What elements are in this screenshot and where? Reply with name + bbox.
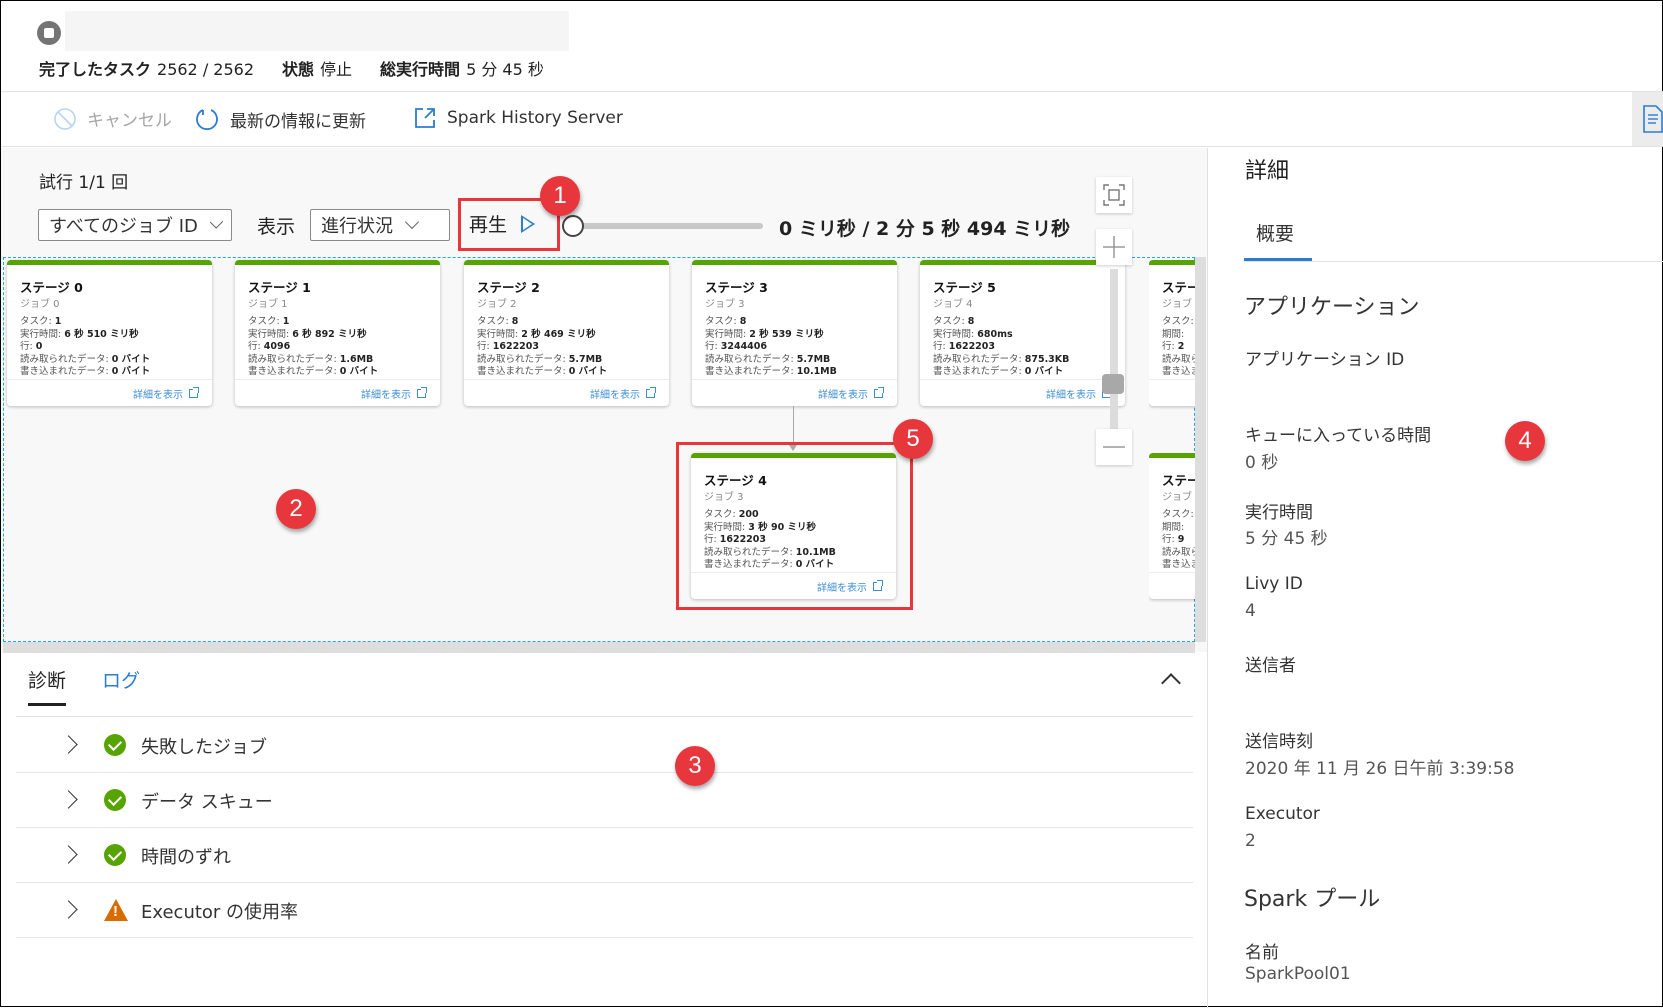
check-circle-icon [104, 789, 126, 811]
chevron-right-icon[interactable] [59, 735, 78, 754]
annotation-badge: 5 [893, 419, 933, 459]
view-label: 表示 [257, 216, 296, 238]
tab-diagnostics[interactable]: 診断 [28, 666, 67, 706]
check-circle-icon [104, 844, 126, 866]
application-title [65, 11, 569, 51]
playback-slider-handle[interactable] [562, 215, 584, 237]
field-label: キューに入っている時間 [1245, 426, 1432, 446]
chevron-up-icon[interactable] [1161, 673, 1181, 693]
field-value: 5 分 45 秒 [1245, 529, 1328, 549]
application-section-title: アプリケーション [1244, 295, 1420, 320]
external-link-icon [646, 387, 656, 398]
plus-icon [1103, 236, 1125, 258]
field-label: 送信時刻 [1245, 732, 1313, 752]
diagnostic-row[interactable]: 時間のずれ [16, 828, 1193, 883]
stage-card-clipped[interactable]: ステージ ジョブ 5 タスク: 1 期間: 行: 9 読み取られたデータ: 書き… [1149, 453, 1195, 603]
vertical-scrollbar[interactable] [1195, 257, 1206, 642]
document-search-icon [1643, 105, 1663, 133]
summary-state: 状態 停止 [282, 60, 353, 79]
field-value: 2020 年 11 月 26 日午前 3:39:58 [1245, 759, 1515, 779]
spark-pool-section-title: Spark プール [1244, 887, 1381, 912]
chevron-down-icon [404, 214, 420, 230]
external-link-icon [189, 387, 199, 398]
minus-icon [1103, 446, 1125, 448]
field-label: アプリケーション ID [1245, 350, 1405, 370]
fit-screen-icon [1103, 184, 1125, 206]
details-pane-toggle[interactable] [1632, 92, 1663, 146]
spark-history-server-button[interactable]: Spark History Server [413, 106, 623, 130]
field-value: 2 [1245, 831, 1256, 851]
view-details-link[interactable]: 詳細を表示 [133, 386, 199, 401]
refresh-icon [196, 109, 218, 130]
field-label: 名前 [1245, 943, 1279, 963]
playback-time: 0 ミリ秒 / 2 分 5 秒 494 ミリ秒 [779, 218, 1071, 240]
diagnostic-row[interactable]: データ スキュー [16, 773, 1193, 828]
zoom-in-button[interactable] [1096, 229, 1132, 265]
check-circle-icon [104, 734, 126, 756]
chevron-right-icon[interactable] [59, 845, 78, 864]
annotation-badge: 2 [276, 489, 316, 529]
zoom-slider-handle[interactable] [1102, 374, 1124, 394]
field-label: 実行時間 [1245, 503, 1313, 523]
field-value: SparkPool01 [1245, 964, 1351, 984]
warning-icon [104, 899, 128, 921]
summary-total-duration: 総実行時間 5 分 45 秒 [380, 60, 544, 79]
diagnostic-row[interactable]: Executor の使用率 [16, 883, 1193, 938]
annotation-badge: 1 [540, 176, 580, 216]
fit-to-screen-button[interactable] [1096, 177, 1132, 213]
stage-card[interactable]: ステージ 1 ジョブ 1 タスク: 1 実行時間: 6 秒 892 ミリ秒 行:… [235, 260, 440, 406]
external-link-icon [415, 108, 435, 128]
chevron-right-icon[interactable] [59, 900, 78, 919]
cancel-icon [54, 107, 76, 130]
summary-tasks: 完了したタスク 2562 / 2562 [39, 60, 255, 79]
job-id-filter[interactable]: すべてのジョブ ID [38, 209, 232, 241]
field-label: 送信者 [1245, 656, 1296, 676]
view-details-link[interactable]: 詳細を表示 [361, 386, 427, 401]
horizontal-scrollbar[interactable] [3, 642, 1195, 653]
field-value: 4 [1245, 601, 1256, 621]
stop-circle-icon [37, 21, 61, 45]
field-label: Livy ID [1245, 574, 1303, 594]
chevron-down-icon [209, 215, 224, 229]
tabs-divider [1244, 261, 1663, 262]
job-summary: 完了したタスク 2562 / 2562 状態 停止 総実行時間 5 分 45 秒 [39, 56, 544, 80]
tab-overview[interactable]: 概要 [1256, 219, 1294, 246]
diagnostic-row[interactable]: 失敗したジョブ [16, 718, 1193, 773]
annotation-badge: 4 [1505, 421, 1545, 461]
tab-logs[interactable]: ログ [102, 666, 140, 703]
playback-slider[interactable] [573, 223, 763, 229]
toolbar: キャンセル 最新の情報に更新 Spark History Server [1, 91, 1663, 147]
chevron-right-icon[interactable] [59, 790, 78, 809]
stage-card-clipped[interactable]: ステージ ジョブ 5 タスク: 6 期間: 行: 2 読み取られたデータ: 書き… [1149, 260, 1195, 410]
details-title: 詳細 [1245, 159, 1290, 184]
panel-divider [1207, 148, 1208, 1008]
stage-card[interactable]: ステージ 3 ジョブ 3 タスク: 8 実行時間: 2 秒 539 ミリ秒 行:… [692, 260, 897, 406]
attempt-label: 試行 1/1 回 [39, 173, 129, 193]
refresh-button[interactable]: 最新の情報に更新 [194, 106, 366, 132]
external-link-icon [417, 387, 427, 398]
view-details-link[interactable]: 詳細を表示 [818, 386, 884, 401]
stage-card[interactable]: ステージ 5 ジョブ 4 タスク: 8 実行時間: 680ms 行: 16222… [920, 260, 1125, 406]
tabs-divider [16, 716, 1193, 717]
external-link-icon [874, 387, 884, 398]
field-label: Executor [1245, 804, 1320, 824]
field-value: 0 秒 [1245, 453, 1279, 473]
zoom-out-button[interactable] [1096, 429, 1132, 465]
stage-card[interactable]: ステージ 2 ジョブ 2 タスク: 8 実行時間: 2 秒 469 ミリ秒 行:… [464, 260, 669, 406]
stage-card[interactable]: ステージ 0 ジョブ 0 タスク: 1 実行時間: 6 秒 510 ミリ秒 行:… [7, 260, 212, 406]
zoom-slider[interactable] [1110, 269, 1118, 433]
annotation-highlight-stage [676, 442, 913, 610]
cancel-button[interactable]: キャンセル [53, 106, 172, 131]
annotation-badge: 3 [675, 746, 715, 786]
view-details-link[interactable]: 詳細を表示 [590, 386, 656, 401]
view-select[interactable]: 進行状況 [310, 209, 450, 241]
